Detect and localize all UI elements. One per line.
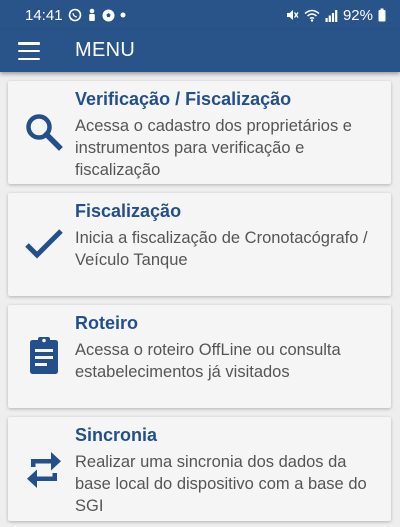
notification-icon — [87, 8, 97, 22]
status-time: 14:41 — [25, 6, 63, 24]
menu-item-description: Realizar uma sincronia dos dados da base… — [75, 453, 367, 515]
signal-icon — [325, 9, 338, 22]
hamburger-icon[interactable] — [18, 41, 40, 61]
search-icon — [23, 111, 65, 153]
menu-item-fiscalizacao[interactable]: Fiscalização Inicia a fiscalização de Cr… — [8, 193, 391, 296]
status-left: 14:41 — [25, 7, 126, 24]
clipboard-icon — [23, 335, 65, 377]
app-bar: MENU — [0, 30, 400, 72]
status-bar: 14:41 92% — [0, 0, 400, 30]
menu-item-title: Sincronia — [75, 425, 158, 445]
soccer-icon — [102, 9, 115, 22]
check-icon — [23, 223, 65, 265]
menu-item-title: Roteiro — [75, 313, 138, 333]
menu-item-verificacao-fiscalizacao[interactable]: Verificação / Fiscalização Acessa o cada… — [8, 81, 391, 184]
menu-item-sincronia[interactable]: Sincronia Realizar uma sincronia dos dad… — [8, 417, 391, 521]
wifi-icon — [304, 9, 320, 22]
menu-item-description: Inicia a fiscalização de Cronotacógrafo … — [75, 229, 368, 269]
menu-item-title: Verificação / Fiscalização — [75, 89, 292, 109]
menu-item-title: Fiscalização — [75, 201, 182, 221]
menu-item-roteiro[interactable]: Roteiro Acessa o roteiro OffLine ou cons… — [8, 305, 391, 408]
status-right: 92% — [285, 7, 386, 24]
battery-icon — [378, 8, 386, 22]
sync-icon — [23, 449, 65, 491]
menu-item-description: Acessa o roteiro OffLine ou consulta est… — [75, 341, 341, 381]
menu-item-description: Acessa o cadastro dos proprietários e in… — [75, 117, 352, 179]
mute-icon — [285, 8, 299, 22]
whatsapp-icon — [68, 8, 82, 22]
battery-percentage: 92% — [342, 6, 373, 24]
dot-icon — [120, 12, 126, 18]
page-title: MENU — [75, 39, 136, 61]
